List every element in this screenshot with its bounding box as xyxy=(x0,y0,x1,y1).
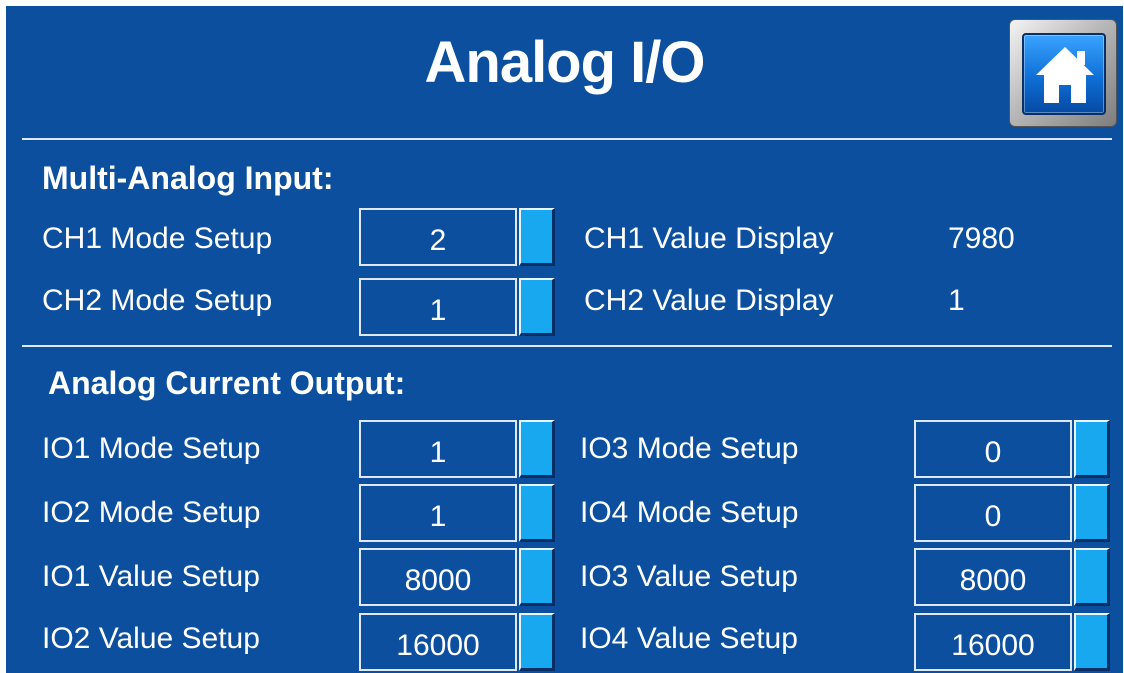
io2-value-label: IO2 Value Setup xyxy=(42,622,260,655)
io4-value-button[interactable] xyxy=(1074,613,1110,671)
ch2-value-label: CH2 Value Display xyxy=(584,284,834,317)
ch1-value-display: 7980 xyxy=(948,222,1015,255)
io3-mode-field[interactable]: 0 xyxy=(914,420,1072,478)
ch2-value-display: 1 xyxy=(948,284,965,317)
io4-mode-field[interactable]: 0 xyxy=(914,484,1072,542)
ch1-mode-label: CH1 Mode Setup xyxy=(42,222,273,255)
io1-mode-field[interactable]: 1 xyxy=(359,420,517,478)
io4-mode-label: IO4 Mode Setup xyxy=(580,496,799,529)
analog-io-screen: Analog I/O Multi-Analog Input: CH1 Mode … xyxy=(6,6,1123,673)
io4-value-label: IO4 Value Setup xyxy=(580,622,798,655)
page-title: Analog I/O xyxy=(424,30,706,95)
io2-mode-button[interactable] xyxy=(519,484,555,542)
home-button-face[interactable] xyxy=(1022,33,1106,115)
io2-value-field[interactable]: 16000 xyxy=(359,613,517,671)
ch2-mode-field[interactable]: 1 xyxy=(359,278,517,336)
io3-value-field[interactable]: 8000 xyxy=(914,548,1072,606)
analog-current-output-title: Analog Current Output: xyxy=(48,365,406,401)
ch2-mode-label: CH2 Mode Setup xyxy=(42,284,273,317)
io4-mode-button[interactable] xyxy=(1074,484,1110,542)
io2-mode-field[interactable]: 1 xyxy=(359,484,517,542)
home-button[interactable] xyxy=(1009,19,1117,127)
io3-mode-button[interactable] xyxy=(1074,420,1110,478)
io3-value-label: IO3 Value Setup xyxy=(580,560,798,593)
io1-mode-label: IO1 Mode Setup xyxy=(42,432,261,465)
io2-value-button[interactable] xyxy=(519,613,555,671)
io3-value-button[interactable] xyxy=(1074,548,1110,606)
io3-mode-label: IO3 Mode Setup xyxy=(580,432,799,465)
ch1-mode-field[interactable]: 2 xyxy=(359,208,517,266)
ch1-mode-button[interactable] xyxy=(519,208,555,266)
io1-value-button[interactable] xyxy=(519,548,555,606)
header-divider xyxy=(22,138,1112,140)
io1-value-label: IO1 Value Setup xyxy=(42,560,260,593)
section-divider xyxy=(22,345,1112,347)
home-icon xyxy=(1036,47,1094,103)
io1-value-field[interactable]: 8000 xyxy=(359,548,517,606)
io2-mode-label: IO2 Mode Setup xyxy=(42,496,261,529)
ch1-value-label: CH1 Value Display xyxy=(584,222,834,255)
io4-value-field[interactable]: 16000 xyxy=(914,613,1072,671)
io1-mode-button[interactable] xyxy=(519,420,555,478)
multi-analog-input-title: Multi-Analog Input: xyxy=(42,160,334,196)
ch2-mode-button[interactable] xyxy=(519,278,555,336)
